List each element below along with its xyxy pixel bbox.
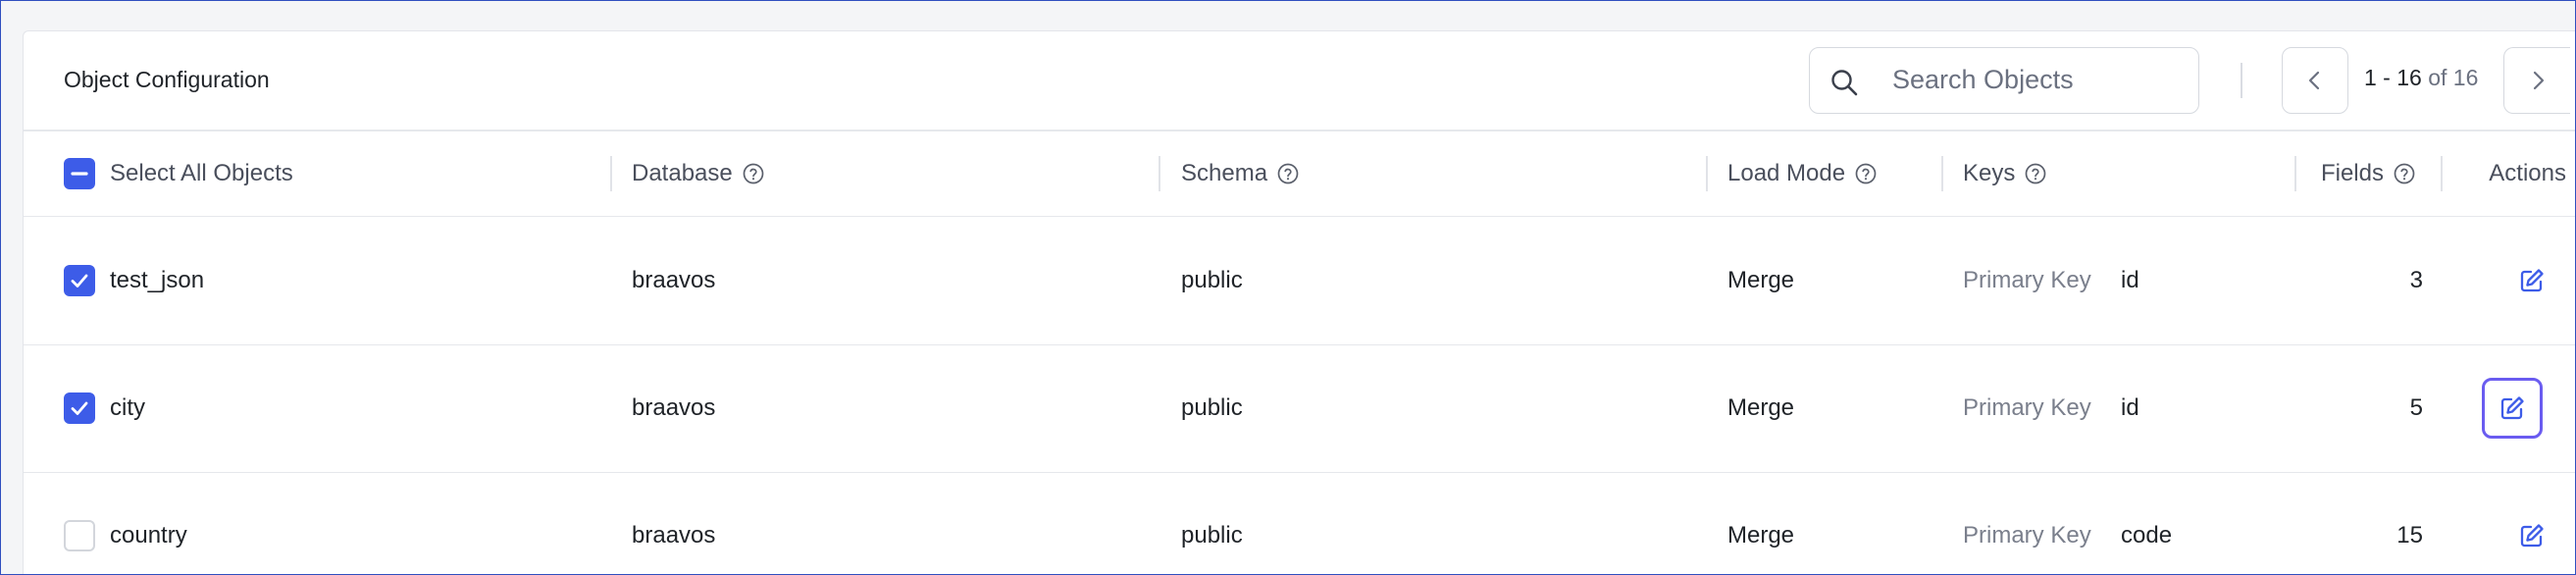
pagination-total: of 16 [2428, 65, 2479, 90]
chevron-left-icon [2308, 71, 2320, 90]
load-mode-value: Merge [1727, 267, 1795, 293]
column-schema: Schema [1181, 131, 1299, 216]
column-actions-label: Actions [2489, 160, 2566, 186]
key-type: Primary Key [1963, 394, 2091, 421]
table-row: country braavos public Merge Primary Key… [24, 472, 2575, 574]
fields-count: 5 [2409, 394, 2423, 421]
column-divider [2294, 156, 2296, 191]
select-all-label[interactable]: Select All Objects [110, 160, 293, 187]
edit-button[interactable] [2482, 378, 2543, 439]
edit-button[interactable] [2501, 505, 2562, 566]
object-name: city [110, 394, 145, 421]
header-divider [2241, 63, 2242, 98]
next-page-button[interactable] [2503, 47, 2570, 114]
column-database: Database [632, 131, 764, 216]
table-header-row: Select All Objects Database Schema Load … [24, 131, 2575, 217]
edit-icon [2520, 524, 2544, 548]
indeterminate-checkbox-icon [71, 172, 88, 176]
column-database-label: Database [632, 160, 733, 186]
object-name: test_json [110, 267, 205, 293]
database-value: braavos [632, 267, 716, 293]
column-divider [1706, 156, 1708, 191]
schema-value: public [1181, 267, 1243, 293]
table-row: test_json braavos public Merge Primary K… [24, 217, 2575, 345]
table-row: city braavos public Merge Primary Key id… [24, 344, 2575, 473]
edit-icon [2520, 269, 2544, 292]
column-keys-label: Keys [1963, 160, 2016, 186]
row-checkbox[interactable] [64, 392, 95, 424]
search-icon [1831, 70, 1858, 96]
column-fields-label: Fields [2320, 160, 2384, 186]
load-mode-value: Merge [1727, 522, 1795, 549]
column-load-mode: Load Mode [1727, 131, 1877, 216]
column-fields: Fields [2299, 131, 2415, 216]
select-all-checkbox[interactable] [64, 158, 95, 189]
key-value: id [2121, 267, 2139, 293]
key-type: Primary Key [1963, 522, 2091, 549]
column-actions: Actions [2456, 131, 2566, 216]
page-title: Object Configuration [64, 67, 270, 92]
edit-icon [2500, 396, 2524, 420]
schema-value: public [1181, 394, 1243, 421]
help-icon[interactable] [743, 163, 764, 184]
panel-header: Object Configuration 1 - 16 of 16 [24, 31, 2575, 131]
search-box[interactable] [1809, 47, 2199, 114]
row-checkbox[interactable] [64, 265, 95, 296]
object-name: country [110, 522, 187, 549]
column-schema-label: Schema [1181, 160, 1268, 186]
edit-button[interactable] [2501, 250, 2562, 311]
help-icon[interactable] [2394, 163, 2415, 184]
fields-count: 3 [2409, 267, 2423, 293]
key-value: id [2121, 394, 2139, 421]
chevron-right-icon [2533, 71, 2544, 90]
pagination-range: 1 - 16 [2364, 65, 2422, 90]
database-value: braavos [632, 394, 716, 421]
help-icon[interactable] [1277, 163, 1299, 184]
check-icon [71, 401, 88, 415]
column-divider [610, 156, 612, 191]
key-type: Primary Key [1963, 267, 2091, 293]
column-keys: Keys [1963, 131, 2046, 216]
database-value: braavos [632, 522, 716, 549]
check-icon [71, 274, 88, 288]
window-frame: Object Configuration 1 - 16 of 16 [0, 0, 2576, 575]
column-select-all: Select All Objects [110, 131, 293, 216]
schema-value: public [1181, 522, 1243, 549]
column-load-mode-label: Load Mode [1727, 160, 1846, 186]
search-input[interactable] [1892, 48, 2183, 111]
help-icon[interactable] [2025, 163, 2046, 184]
column-divider [2441, 156, 2443, 191]
object-configuration-panel: Object Configuration 1 - 16 of 16 [23, 30, 2575, 574]
row-checkbox[interactable] [64, 520, 95, 551]
fields-count: 15 [2396, 522, 2423, 549]
column-divider [1159, 156, 1160, 191]
help-icon[interactable] [1855, 163, 1877, 184]
key-value: code [2121, 522, 2173, 549]
load-mode-value: Merge [1727, 394, 1795, 421]
pagination-status: 1 - 16 of 16 [2364, 65, 2478, 91]
previous-page-button[interactable] [2282, 47, 2348, 114]
column-divider [1941, 156, 1943, 191]
